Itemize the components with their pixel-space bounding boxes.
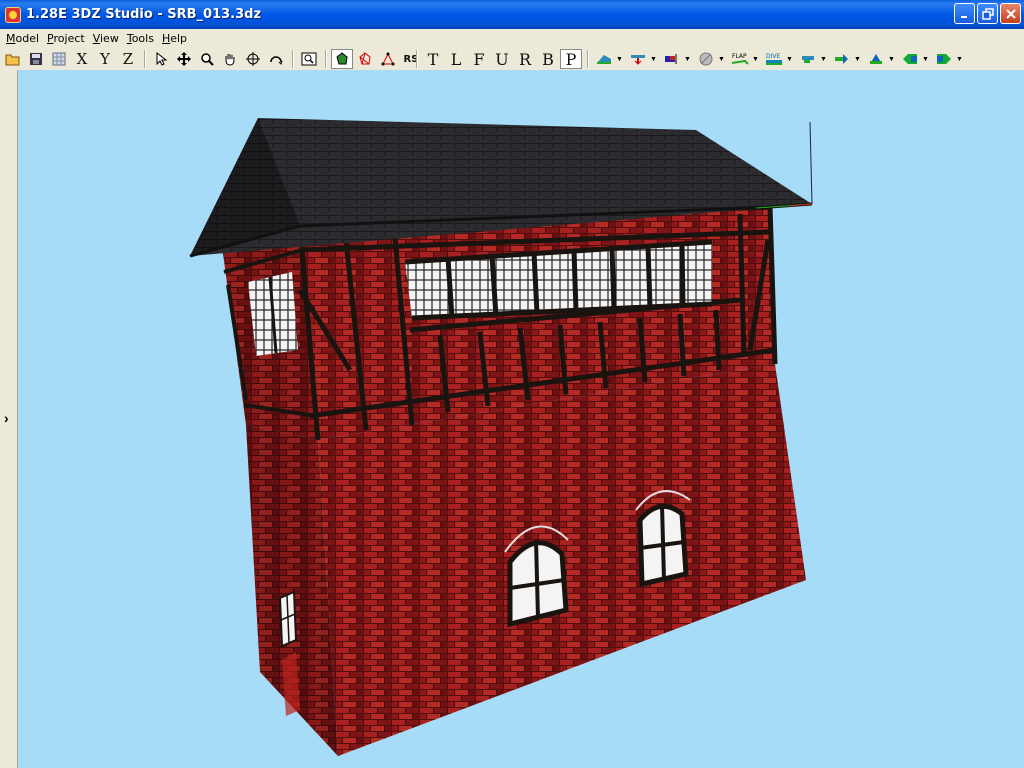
save-button[interactable] (25, 49, 47, 69)
toolbar-separator (325, 50, 327, 68)
toolbar-separator (587, 50, 589, 68)
magnifier-icon (201, 53, 214, 66)
toolbar-separator (292, 50, 294, 68)
view-perspective-button[interactable]: P (560, 49, 582, 69)
fin-tool-button[interactable] (865, 49, 887, 69)
title-bar: 1.28E 3DZ Studio - SRB_013.3dz (0, 0, 1024, 29)
menu-help[interactable]: Help (158, 32, 191, 45)
dropdown-arrow[interactable]: ▼ (786, 49, 793, 69)
open-file-button[interactable] (2, 49, 24, 69)
minimize-icon (960, 15, 967, 18)
axis-x-button[interactable]: X (71, 49, 93, 69)
menu-bar: Model Project View Tools Help (0, 29, 1024, 48)
arrow-cursor-icon (156, 52, 167, 66)
model-render (189, 118, 813, 756)
view-left-button[interactable]: L (445, 49, 467, 69)
propeller-disc-icon (699, 52, 713, 66)
orbit-icon (246, 52, 260, 66)
dropdown-arrow[interactable]: ▼ (956, 49, 963, 69)
restore-icon (981, 7, 994, 20)
side-panel-strip[interactable]: › (0, 70, 18, 768)
dropdown-arrow[interactable]: ▼ (820, 49, 827, 69)
dive-brake-icon: DIVE (766, 53, 782, 65)
flap-icon: FLAP (731, 53, 749, 65)
menu-model[interactable]: Model (2, 32, 43, 45)
dive-label: DIVE (766, 53, 780, 60)
tail-icon (802, 56, 814, 63)
view-toolbar: T L F U R B P ▼ ▼ ▼ ▼ FLAP ▼ DIVE ▼ ▼ ▼ … (408, 48, 970, 70)
fin-icon (870, 54, 882, 64)
3d-viewport[interactable] (18, 70, 1024, 768)
window-title: 1.28E 3DZ Studio - SRB_013.3dz (26, 7, 262, 22)
aileron-left-tool-button[interactable] (899, 49, 921, 69)
aileron-right-tool-button[interactable] (933, 49, 955, 69)
rudder-tool-button[interactable] (831, 49, 853, 69)
dropdown-arrow[interactable]: ▼ (684, 49, 691, 69)
flag-tool-button[interactable] (661, 49, 683, 69)
flap-tool-button[interactable]: FLAP (729, 49, 751, 69)
minimize-button[interactable] (954, 3, 975, 24)
pan-tool-button[interactable] (219, 49, 241, 69)
restore-button[interactable] (977, 3, 998, 24)
view-right-button[interactable]: R (514, 49, 536, 69)
app-icon[interactable] (5, 6, 21, 23)
dropdown-arrow[interactable]: ▼ (650, 49, 657, 69)
axis-z-button[interactable]: Z (117, 49, 139, 69)
menu-tools[interactable]: Tools (123, 32, 158, 45)
propeller-tool-button[interactable] (695, 49, 717, 69)
view-front-button[interactable]: F (468, 49, 490, 69)
vertex-icon (381, 52, 395, 66)
tail-tool-button[interactable] (797, 49, 819, 69)
vertex-button[interactable] (377, 49, 399, 69)
close-button[interactable] (1000, 3, 1021, 24)
rotate-icon (270, 56, 283, 65)
grid-icon (52, 52, 66, 66)
view-under-button[interactable]: U (491, 49, 513, 69)
solid-shape-icon (336, 52, 348, 65)
window-controls (954, 3, 1021, 24)
zoom-extents-button[interactable] (298, 49, 320, 69)
wireframe-button[interactable] (354, 49, 376, 69)
dropdown-arrow[interactable]: ▼ (718, 49, 725, 69)
gear-tool-button[interactable] (627, 49, 649, 69)
floppy-icon (30, 53, 42, 65)
dropdown-arrow[interactable]: ▼ (854, 49, 861, 69)
aileron-left-icon (903, 54, 917, 64)
dive-tool-button[interactable]: DIVE (763, 49, 785, 69)
axis-y-button[interactable]: Y (94, 49, 116, 69)
wing-icon (597, 55, 611, 64)
dropdown-arrow[interactable]: ▼ (888, 49, 895, 69)
aileron-right-icon (937, 54, 951, 64)
wireframe-icon (359, 52, 371, 65)
folder-open-icon (5, 54, 20, 66)
orbit-tool-button[interactable] (242, 49, 264, 69)
solid-shade-button[interactable] (331, 49, 353, 69)
grid-button[interactable] (48, 49, 70, 69)
flap-label: FLAP (732, 53, 747, 60)
landing-gear-icon (631, 55, 645, 65)
chevron-right-icon[interactable]: › (4, 410, 9, 426)
toolbar-separator (416, 50, 418, 68)
dropdown-arrow[interactable]: ▼ (752, 49, 759, 69)
select-tool-button[interactable] (150, 49, 172, 69)
wing-tool-button[interactable] (593, 49, 615, 69)
menu-view[interactable]: View (89, 32, 123, 45)
zoom-extents-icon (301, 52, 317, 66)
move-icon (177, 52, 191, 66)
move-tool-button[interactable] (173, 49, 195, 69)
view-top-button[interactable]: T (422, 49, 444, 69)
view-back-button[interactable]: B (537, 49, 559, 69)
dropdown-arrow[interactable]: ▼ (922, 49, 929, 69)
rudder-icon (835, 54, 848, 64)
menu-project[interactable]: Project (43, 32, 89, 45)
flag-icon (665, 54, 677, 64)
side-small-window (278, 590, 298, 648)
dropdown-arrow[interactable]: ▼ (616, 49, 623, 69)
close-icon (1005, 8, 1016, 19)
zoom-tool-button[interactable] (196, 49, 218, 69)
hand-icon (225, 54, 235, 66)
toolbar-separator (144, 50, 146, 68)
rotate-tool-button[interactable] (265, 49, 287, 69)
